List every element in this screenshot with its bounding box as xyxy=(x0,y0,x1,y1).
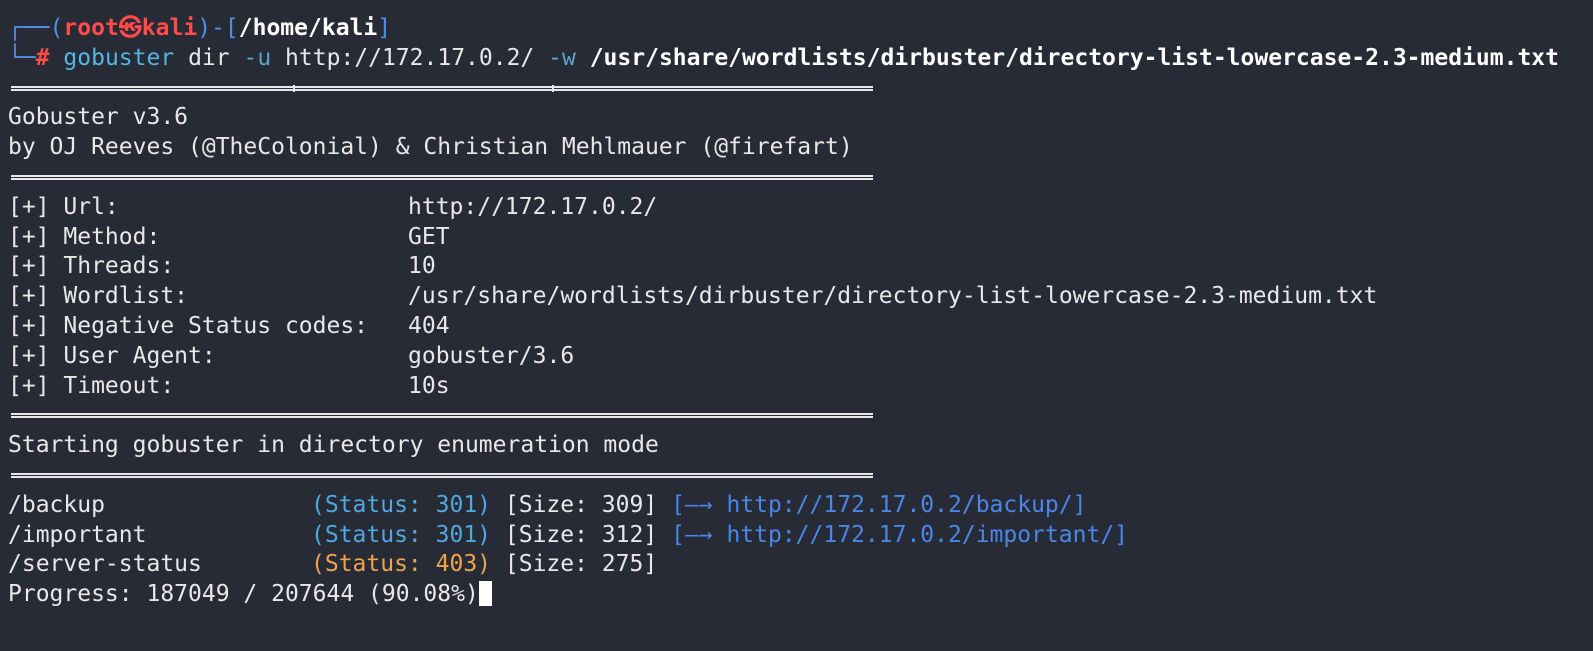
start-message: Starting gobuster in directory enumerati… xyxy=(8,432,659,459)
command-line[interactable]: └─# gobuster dir -u http://172.17.0.2/ -… xyxy=(8,44,1593,74)
prompt-close-paren: ) xyxy=(197,15,212,41)
separator xyxy=(8,163,1593,193)
config-value: 10s xyxy=(408,372,450,399)
prompt-hash: # xyxy=(35,44,50,71)
config-label: [+] Timeout: xyxy=(8,372,175,399)
prompt-corner-top: ┌── xyxy=(8,15,50,41)
prompt-host: kali xyxy=(141,15,198,41)
progress-line: Progress: 187049 / 207644 (90.08%) xyxy=(8,580,1593,610)
config-row-negative-status: [+] Negative Status codes: 404 xyxy=(8,312,1593,342)
config-row-method: [+] Method: GET xyxy=(8,223,1593,253)
command-url-flag: -u xyxy=(243,44,272,71)
separator xyxy=(8,401,1593,431)
result-path: /backup xyxy=(8,491,105,518)
result-size: [Size: 312] xyxy=(504,521,658,548)
result-redirect-link[interactable]: [—→ http://172.17.0.2/backup/] xyxy=(671,492,1086,518)
result-row-server-status: /server-status (Status: 403) [Size: 275] xyxy=(8,550,1593,580)
result-status: (Status: 403) xyxy=(311,551,492,578)
result-redirect-link[interactable]: [—→ http://172.17.0.2/important/] xyxy=(671,522,1128,548)
result-status: (Status: 301) xyxy=(311,491,492,518)
result-path: /server-status xyxy=(8,551,202,578)
config-row-wordlist: [+] Wordlist: /usr/share/wordlists/dirbus… xyxy=(8,282,1593,312)
prompt-dash: - xyxy=(211,15,225,41)
config-value: http://172.17.0.2/ xyxy=(408,193,658,220)
config-label: [+] Threads: xyxy=(8,253,175,280)
config-label: [+] Url: xyxy=(8,193,119,220)
command-wordlist-flag: -w xyxy=(548,44,576,71)
config-label: [+] Wordlist: xyxy=(8,283,189,310)
prompt-line: ┌──(root㉿kali)-[/home/kali] xyxy=(8,14,1593,44)
separator xyxy=(8,461,1593,491)
result-row-backup: /backup (Status: 301) [Size: 309] [—→ htt… xyxy=(8,491,1593,521)
command-wordlist: /usr/share/wordlists/dirbuster/directory… xyxy=(589,44,1560,71)
banner-authors: by OJ Reeves (@TheColonial) & Christian … xyxy=(8,134,853,161)
command-url: http://172.17.0.2/ xyxy=(285,44,535,71)
config-label: [+] Negative Status codes: xyxy=(8,312,369,339)
command-program: gobuster xyxy=(63,44,175,71)
config-row-timeout: [+] Timeout: 10s xyxy=(8,372,1593,402)
prompt-open-bracket: [ xyxy=(224,15,239,41)
result-status: (Status: 301) xyxy=(311,521,492,548)
config-row-url: [+] Url: http://172.17.0.2/ xyxy=(8,193,1593,223)
prompt-at-icon: ㉿ xyxy=(118,15,142,41)
config-value: /usr/share/wordlists/dirbuster/directory… xyxy=(408,283,1378,310)
terminal-window[interactable]: ┌──(root㉿kali)-[/home/kali] └─# gobuster… xyxy=(0,14,1593,651)
result-row-important: /important (Status: 301) [Size: 312] [—→ … xyxy=(8,521,1593,551)
banner-version: Gobuster v3.6 xyxy=(8,104,189,131)
progress-text: Progress: 187049 / 207644 (90.08%) xyxy=(8,581,479,608)
terminal-cursor xyxy=(478,581,492,607)
prompt-cwd: /home/kali xyxy=(238,15,378,41)
config-value: 10 xyxy=(408,253,436,280)
config-label: [+] Method: xyxy=(8,223,161,250)
prompt-user: root xyxy=(63,15,119,41)
config-value: gobuster/3.6 xyxy=(408,342,575,369)
separator xyxy=(8,74,1593,104)
result-size: [Size: 309] xyxy=(504,491,658,518)
config-value: 404 xyxy=(408,312,450,339)
config-label: [+] User Agent: xyxy=(8,342,216,369)
config-row-user-agent: [+] User Agent: gobuster/3.6 xyxy=(8,342,1593,372)
result-path: /important xyxy=(8,521,147,548)
config-row-threads: [+] Threads: 10 xyxy=(8,252,1593,282)
prompt-close-bracket: ] xyxy=(377,15,392,41)
config-value: GET xyxy=(408,223,450,250)
result-size: [Size: 275] xyxy=(504,551,658,578)
prompt-open-paren: ( xyxy=(49,15,64,41)
prompt-corner-bottom: └─ xyxy=(8,44,36,71)
command-subcommand: dir xyxy=(188,44,230,71)
